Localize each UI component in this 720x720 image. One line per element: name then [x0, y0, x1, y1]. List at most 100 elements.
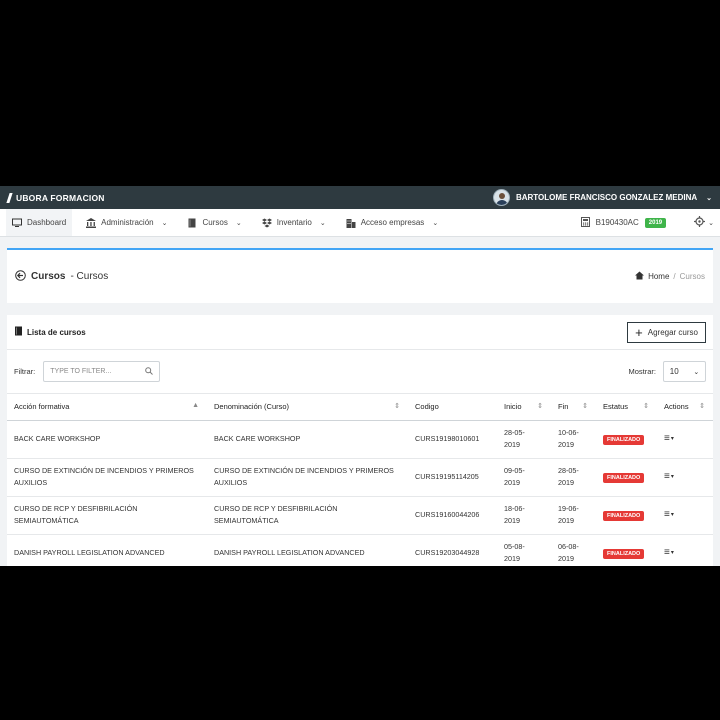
cell-text: CURSO DE RCP Y DESFIBRILACIÓN SEMIAUTOMÁ… — [214, 504, 338, 525]
column-label: Inicio — [504, 402, 522, 412]
breadcrumb-current: Cursos — [679, 272, 705, 281]
cell-fin: 19-06- 2019 — [551, 496, 596, 535]
table-row[interactable]: DANISH PAYROLL LEGISLATION ADVANCED DANIS… — [7, 534, 713, 566]
page-size-group: Mostrar: 10 ⌄ — [628, 361, 706, 382]
column-header-estatus[interactable]: Estatus ⇕ — [596, 394, 657, 421]
page-title-sub: - Cursos — [70, 271, 109, 282]
nav-item-cursos[interactable]: Cursos ⌄ — [181, 209, 247, 236]
menu-icon: ≡ — [664, 433, 670, 444]
actions-menu-button[interactable]: ≡ ▾ — [664, 433, 674, 445]
breadcrumb: Home / Cursos — [635, 271, 705, 282]
column-header-actions[interactable]: Actions ⇕ — [657, 394, 713, 421]
app-screen: UBORA FORMACION BARTOLOME FRANCISCO GONZ… — [0, 186, 720, 566]
actions-menu-button[interactable]: ≡ ▾ — [664, 509, 674, 521]
cell-date-year: 2019 — [558, 554, 574, 563]
cell-actions: ≡ ▾ — [657, 458, 713, 497]
cell-date-part: 05-08- — [504, 542, 525, 551]
nav-item-label: Cursos — [202, 218, 228, 227]
filter-row: Filtrar: TYPE TO FILTER... Mostrar: 10 ⌄ — [7, 350, 713, 394]
cell-denominacion: DANISH PAYROLL LEGISLATION ADVANCED — [207, 534, 408, 566]
status-badge: FINALIZADO — [603, 510, 645, 521]
column-header-fin[interactable]: Fin ⇕ — [551, 394, 596, 421]
nav-item-administracion[interactable]: Administración ⌄ — [80, 209, 173, 236]
brand-name: UBORA FORMACION — [16, 192, 105, 203]
chevron-down-icon: ⌄ — [432, 219, 439, 227]
chevron-down-icon: ⌄ — [706, 194, 712, 202]
cell-text: CURSO DE EXTINCIÓN DE INCENDIOS Y PRIMER… — [14, 466, 194, 487]
caret-down-icon: ▾ — [670, 512, 674, 518]
column-label: Fin — [558, 402, 569, 412]
cell-text: CURSO DE EXTINCIÓN DE INCENDIOS Y PRIMER… — [214, 466, 394, 487]
nav-item-acceso-empresas[interactable]: Acceso empresas ⌄ — [340, 209, 444, 236]
column-header-denominacion[interactable]: Denominación (Curso) ⇕ — [207, 394, 408, 421]
filter-input[interactable]: TYPE TO FILTER... — [43, 361, 161, 382]
column-label: Estatus — [603, 402, 629, 412]
sort-icon: ⇕ — [582, 403, 588, 410]
cell-denominacion: CURSO DE EXTINCIÓN DE INCENDIOS Y PRIMER… — [207, 458, 408, 497]
column-header-codigo[interactable]: Codigo — [408, 394, 497, 421]
list-title: Lista de cursos — [14, 326, 86, 338]
nav-item-label: Administración — [101, 218, 154, 227]
main-nav: Dashboard Administración ⌄ Cursos ⌄ Inve… — [0, 209, 720, 237]
brand-logo-icon — [6, 192, 13, 203]
cell-date-year: 2019 — [558, 440, 574, 449]
user-menu[interactable]: BARTOLOME FRANCISCO GONZALEZ MEDINA ⌄ — [492, 189, 712, 206]
sort-icon: ⇕ — [699, 403, 705, 410]
table-row[interactable]: BACK CARE WORKSHOP BACK CARE WORKSHOP CURS… — [7, 420, 713, 459]
caret-down-icon: ▾ — [670, 550, 674, 556]
cell-estatus: FINALIZADO — [596, 458, 657, 497]
cell-date-year: 2019 — [504, 478, 520, 487]
filter-placeholder: TYPE TO FILTER... — [50, 368, 112, 375]
gear-icon — [694, 216, 706, 229]
book-icon — [14, 326, 23, 338]
add-course-button[interactable]: + Agregar curso — [627, 321, 706, 343]
cell-estatus: FINALIZADO — [596, 496, 657, 535]
column-header-inicio[interactable]: Inicio ⇕ — [497, 394, 551, 421]
cell-codigo: CURS19198010601 — [408, 420, 497, 459]
list-header: Lista de cursos + Agregar curso — [7, 315, 713, 350]
caret-down-icon: ▾ — [670, 436, 674, 442]
actions-menu-button[interactable]: ≡ ▾ — [664, 547, 674, 559]
cell-codigo: CURS19195114205 — [408, 458, 497, 497]
cell-codigo: CURS19160044206 — [408, 496, 497, 535]
brand[interactable]: UBORA FORMACION — [6, 192, 105, 203]
column-label: Actions — [664, 402, 689, 412]
avatar — [492, 189, 510, 206]
nav-item-dashboard[interactable]: Dashboard — [6, 209, 73, 236]
add-course-label: Agregar curso — [647, 327, 698, 337]
cell-date-part: 19-06- — [558, 504, 579, 513]
breadcrumb-separator: / — [673, 272, 676, 281]
monitor-icon — [12, 218, 22, 228]
settings-menu[interactable]: ⌄ — [694, 216, 714, 229]
actions-menu-button[interactable]: ≡ ▾ — [664, 471, 674, 483]
cell-date-year: 2019 — [504, 516, 520, 525]
status-badge: FINALIZADO — [603, 472, 645, 483]
cell-estatus: FINALIZADO — [596, 420, 657, 459]
cell-date-part: 28-05- — [558, 466, 579, 475]
cell-fin: 10-06- 2019 — [551, 420, 596, 459]
page-size-select[interactable]: 10 ⌄ — [663, 361, 706, 382]
chevron-down-icon: ⌄ — [708, 219, 714, 227]
nav-item-inventario[interactable]: Inventario ⌄ — [256, 209, 332, 236]
nav-right: B190430AC 2019 ⌄ — [580, 216, 714, 229]
back-arrow-icon[interactable] — [15, 269, 26, 284]
cell-date-year: 2019 — [504, 440, 520, 449]
cell-text: BACK CARE WORKSHOP — [14, 434, 101, 443]
calculator-icon — [580, 216, 590, 229]
cell-accion: DANISH PAYROLL LEGISLATION ADVANCED — [7, 534, 207, 566]
dropbox-icon — [261, 218, 272, 228]
courses-table: Acción formativa ▲ Denominación (Curso) ⇕ … — [7, 394, 713, 566]
course-list-card: Lista de cursos + Agregar curso Filtrar:… — [7, 315, 713, 566]
nav-item-label: Inventario — [276, 218, 312, 227]
cell-accion: BACK CARE WORKSHOP — [7, 420, 207, 459]
column-header-accion[interactable]: Acción formativa ▲ — [7, 394, 207, 421]
breadcrumb-home[interactable]: Home — [648, 272, 669, 281]
cell-inicio: 09-05- 2019 — [497, 458, 551, 497]
cell-date-part: 09-05- — [504, 466, 525, 475]
building-icon — [346, 218, 356, 228]
plus-icon: + — [635, 324, 643, 340]
cell-accion: CURSO DE RCP Y DESFIBRILACIÓN SEMIAUTOMÁ… — [7, 496, 207, 535]
table-row[interactable]: CURSO DE EXTINCIÓN DE INCENDIOS Y PRIMER… — [7, 458, 713, 497]
filter-group: Filtrar: TYPE TO FILTER... — [14, 361, 161, 382]
table-row[interactable]: CURSO DE RCP Y DESFIBRILACIÓN SEMIAUTOMÁ… — [7, 496, 713, 535]
